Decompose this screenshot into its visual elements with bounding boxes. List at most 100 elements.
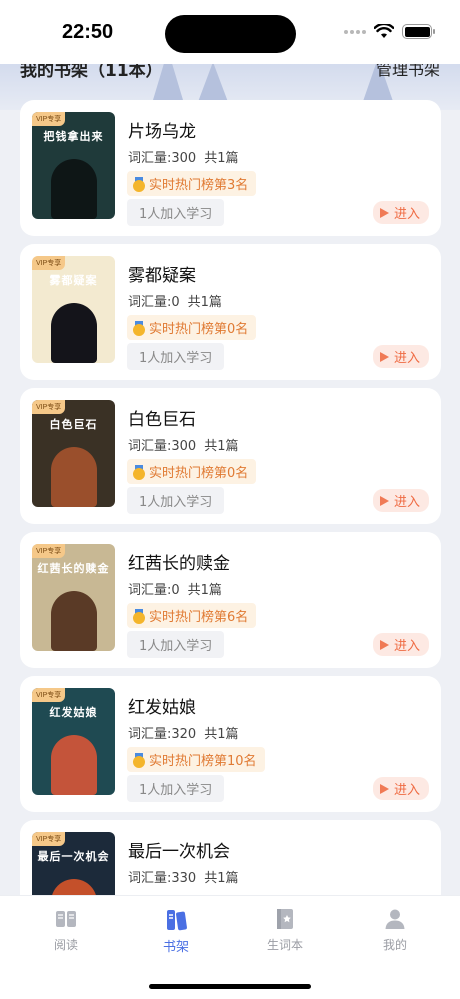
part-count: 共1篇 [204, 727, 239, 742]
wifi-icon [374, 24, 394, 38]
book-meta: 词汇量:320 共1篇 [128, 723, 246, 742]
status-icons [344, 24, 435, 39]
cellular-signal-icon [344, 29, 366, 34]
status-bar: 22:50 [0, 0, 460, 64]
cover-illustration [50, 735, 97, 795]
enter-label: 进入 [393, 207, 420, 222]
learners-count: 1人加入学习 [127, 631, 225, 658]
book-title[interactable]: 片场乌龙 [128, 117, 196, 142]
enter-button[interactable]: 进入 [372, 489, 429, 512]
rank-badge: 实时热门榜第6名 [127, 603, 257, 628]
part-count: 共1篇 [204, 439, 239, 454]
medal-icon [133, 752, 145, 768]
book-meta: 词汇量:330 共1篇 [128, 867, 246, 886]
tab-label: 生词本 [266, 938, 303, 952]
cover-title: 把钱拿出来 [43, 130, 104, 143]
book-card[interactable]: VIP专享 红发姑娘 红发姑娘 词汇量:320 共1篇 实时热门榜第10名 1人加入学习 进入 [20, 676, 441, 812]
play-icon [379, 351, 389, 362]
cover-title: 红茜长的赎金 [37, 562, 110, 575]
rank-text: 实时热门榜第10名 [149, 754, 257, 769]
book-title[interactable]: 最后一次机会 [128, 837, 230, 862]
play-icon [379, 495, 389, 506]
learners-count: 1人加入学习 [127, 775, 225, 802]
part-count: 共1篇 [187, 295, 222, 310]
tab-label: 阅读 [53, 938, 78, 952]
play-icon [379, 783, 389, 794]
enter-button[interactable]: 进入 [372, 201, 429, 224]
book-meta: 词汇量:300 共1篇 [128, 435, 246, 454]
book-title[interactable]: 红发姑娘 [128, 693, 196, 718]
enter-button[interactable]: 进入 [372, 345, 429, 368]
rank-badge: 实时热门榜第0名 [127, 315, 257, 340]
tab-label: 我的 [382, 938, 407, 952]
enter-label: 进入 [393, 783, 420, 798]
book-cover[interactable]: VIP专享雾都疑案 [32, 256, 115, 363]
medal-icon [133, 608, 145, 624]
tab-bookshelf[interactable]: 书架 [131, 908, 221, 955]
cover-title: 雾都疑案 [49, 274, 98, 287]
rank-text: 实时热门榜第0名 [149, 466, 249, 481]
tab-label: 书架 [162, 940, 189, 955]
book-card[interactable]: VIP专享 白色巨石 白色巨石词汇量:300 共1篇实时热门榜第0名 1人加入学习 进入 [20, 388, 441, 524]
play-icon [379, 207, 389, 218]
dynamic-island [165, 15, 296, 53]
book-title[interactable]: 白色巨石 [128, 405, 196, 430]
book-cover[interactable]: VIP专享把钱拿出来 [32, 112, 115, 219]
enter-label: 进入 [393, 639, 420, 654]
vip-badge: VIP专享 [32, 688, 66, 702]
learners-count: 1人加入学习 [127, 487, 225, 514]
vip-badge: VIP专享 [32, 832, 66, 846]
learners-count: 1人加入学习 [127, 343, 225, 370]
cover-illustration [50, 591, 97, 651]
book-title[interactable]: 雾都疑案 [128, 261, 196, 286]
book-cover[interactable]: VIP专享红茜长的赎金 [32, 544, 115, 651]
word-count: 词汇量:0 [128, 583, 180, 598]
book-meta: 词汇量:0 共1篇 [128, 579, 230, 598]
cover-title: 最后一次机会 [37, 850, 110, 863]
vip-badge: VIP专享 [32, 544, 66, 558]
book-card[interactable]: VIP专享 红茜长的赎金 红茜长的赎金 词汇量:0 共1篇 实时热门榜第6名 1人加入学习进… [20, 532, 441, 668]
book-cover[interactable]: VIP专享 白色巨石 [32, 400, 115, 507]
battery-icon [402, 24, 435, 39]
home-indicator [149, 984, 311, 989]
tab-vocabulary[interactable]: 生词本 [240, 908, 330, 953]
bookshelf-icon [165, 908, 187, 931]
word-count: 词汇量:0 [128, 295, 180, 310]
enter-button[interactable]: 进入 [372, 633, 429, 656]
book-cover[interactable]: VIP专享红发姑娘 [32, 688, 115, 795]
word-count: 词汇量:300 [128, 151, 197, 166]
medal-icon [133, 464, 145, 480]
rank-text: 实时热门榜第3名 [149, 178, 249, 193]
tab-read[interactable]: 阅读 [21, 908, 111, 953]
cover-illustration [50, 447, 97, 507]
status-time: 22:50 [62, 21, 114, 43]
vip-badge: VIP专享 [32, 112, 66, 126]
notebook-icon [274, 908, 296, 930]
book-open-icon [55, 908, 77, 930]
vip-badge: VIP专享 [32, 256, 66, 270]
book-list: VIP专享 把钱拿出来 片场乌龙 词汇量:300 共1篇 实时热门榜第3名 1人加入学习 进入… [20, 100, 441, 964]
enter-button[interactable]: 进入 [372, 777, 429, 800]
medal-icon [133, 320, 145, 336]
rank-badge: 实时热门榜第0名 [127, 459, 257, 484]
word-count: 词汇量:300 [128, 439, 197, 454]
book-card[interactable]: VIP专享 把钱拿出来 片场乌龙 词汇量:300 共1篇 实时热门榜第3名 1人加入学习 进入 [20, 100, 441, 236]
cover-illustration [50, 303, 97, 363]
user-icon [384, 908, 406, 930]
book-card[interactable]: VIP专享 雾都疑案 雾都疑案 词汇量:0 共1篇 实时热门榜第0名 1人加入学习 进入 [20, 244, 441, 380]
cover-illustration [50, 159, 97, 219]
word-count: 词汇量:330 [128, 871, 197, 886]
enter-label: 进入 [393, 351, 420, 366]
learners-count: 1人加入学习 [127, 199, 225, 226]
book-title[interactable]: 红茜长的赎金 [128, 549, 230, 574]
rank-badge: 实时热门榜第3名 [127, 171, 257, 196]
rank-badge: 实时热门榜第10名 [127, 747, 265, 772]
tab-profile[interactable]: 我的 [350, 908, 440, 953]
cover-title: 红发姑娘 [49, 706, 98, 719]
part-count: 共1篇 [204, 871, 239, 886]
cover-title: 白色巨石 [49, 418, 98, 431]
book-meta: 词汇量:0 共1篇 [128, 291, 230, 310]
medal-icon [133, 176, 145, 192]
enter-label: 进入 [393, 495, 420, 510]
part-count: 共1篇 [187, 583, 222, 598]
